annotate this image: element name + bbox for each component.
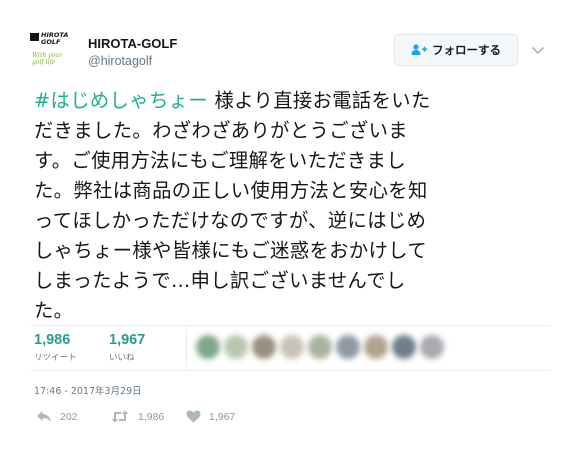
- tweet-line-8: た。: [34, 299, 74, 322]
- logo-mark-icon: [30, 33, 39, 41]
- tweet-text: #はじめしゃちょー 様より直接お電話をいた だきました。わざわざありがとうござい…: [34, 86, 554, 326]
- retweet-action-count: 1,986: [138, 410, 165, 423]
- tweet-line-3: す。ご使用方法にもご理解をいただきまし: [34, 149, 407, 172]
- add-user-icon: [411, 44, 427, 55]
- reply-count: 202: [60, 410, 78, 423]
- stats-divider: [186, 326, 187, 371]
- follow-button-label: フォローする: [432, 43, 501, 57]
- avatar[interactable]: [252, 335, 276, 359]
- avatar[interactable]: [336, 335, 360, 359]
- tweet-line-7: しまったようで…申し訳ございませんでし: [34, 269, 406, 292]
- tweet-line-4: た。弊社は商品の正しい使用方法と安心を知: [34, 179, 428, 202]
- heart-icon: [186, 410, 201, 423]
- like-stat[interactable]: 1,967 いいね: [109, 332, 145, 363]
- tweet-line-6: しゃちょー様や皆様にもご迷惑をおかけして: [34, 239, 428, 262]
- author-handle[interactable]: @hirotagolf: [88, 54, 152, 68]
- tweet-header: HIROTA GOLF With your golf life HIROTA-G…: [30, 28, 550, 80]
- hashtag-link[interactable]: #はじめしゃちょー: [34, 89, 208, 112]
- follow-button[interactable]: フォローする: [394, 34, 518, 66]
- logo-text: HIROTA GOLF: [41, 31, 69, 46]
- action-bar: 202 1,986 1,967: [30, 408, 550, 432]
- reply-icon: [37, 411, 51, 422]
- tweet-timestamp[interactable]: 17:46 - 2017年3月29日: [34, 383, 142, 397]
- stats-row: 1,986 リツイート 1,967 いいね: [30, 325, 550, 371]
- retweet-button[interactable]: 1,986: [110, 410, 164, 423]
- avatar[interactable]: [308, 335, 332, 359]
- tweet-line-5: ってほしかっただけなのですが、逆にはじめ: [34, 209, 427, 232]
- like-button[interactable]: 1,967: [186, 410, 235, 423]
- logo-wordmark: HIROTA GOLF: [30, 32, 71, 45]
- retweet-label: リツイート: [34, 353, 77, 363]
- like-action-count: 1,967: [209, 410, 236, 423]
- like-label: いいね: [109, 353, 135, 363]
- avatar[interactable]: [364, 335, 388, 359]
- like-count: 1,967: [109, 332, 146, 348]
- avatar[interactable]: [420, 335, 444, 359]
- avatar[interactable]: [392, 335, 416, 359]
- retweet-count: 1,986: [34, 332, 71, 348]
- logo-tagline: With your golf life: [32, 52, 62, 66]
- author-name[interactable]: HIROTA-GOLF: [88, 36, 177, 51]
- liker-avatars: [194, 335, 454, 363]
- tweet-line-2: だきました。わざわざありがとうございま: [34, 119, 408, 142]
- chevron-down-icon[interactable]: [530, 42, 546, 58]
- tweet-line-1: 様より直接お電話をいた: [208, 89, 431, 112]
- avatar[interactable]: [196, 335, 220, 359]
- avatar[interactable]: [280, 335, 304, 359]
- retweet-stat[interactable]: 1,986 リツイート: [34, 332, 77, 363]
- profile-logo[interactable]: HIROTA GOLF With your golf life: [30, 32, 78, 76]
- avatar[interactable]: [224, 335, 248, 359]
- retweet-icon: [111, 410, 129, 423]
- reply-button[interactable]: 202: [36, 410, 78, 423]
